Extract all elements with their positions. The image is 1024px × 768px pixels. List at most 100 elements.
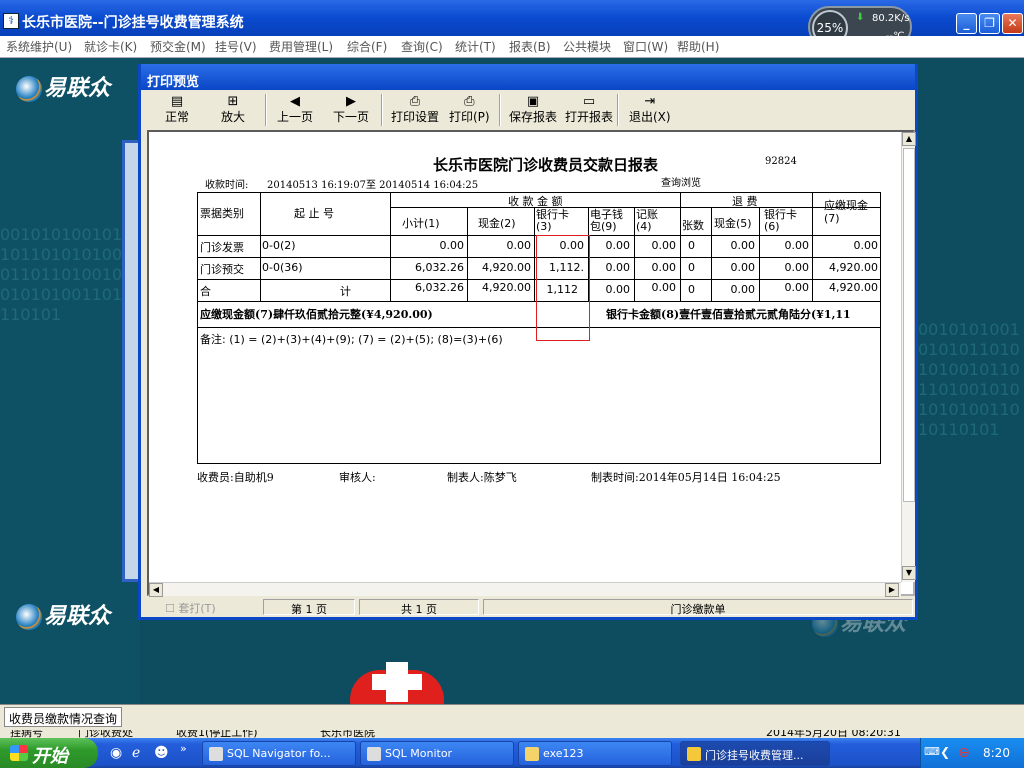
cashier: 收费员:自助机9 [197, 471, 274, 484]
overlay-print-checkbox[interactable]: ☐ 套打(T) [161, 599, 261, 615]
menu-query[interactable]: 查询(C) [401, 38, 443, 55]
query-label: 查询浏览 [661, 178, 701, 189]
menu-general[interactable]: 综合(F) [347, 38, 387, 55]
task-sql-navigator[interactable]: SQL Navigator fo... [202, 741, 356, 766]
prev-page-button[interactable]: ◀ 上一页 [277, 94, 313, 124]
time-label: 收款时间: [205, 180, 249, 191]
scroll-left-arrow-icon[interactable]: ◀ [149, 583, 163, 597]
row-invoice-type: 门诊发票 [200, 241, 244, 254]
ie-icon[interactable]: ℯ [132, 745, 140, 761]
tray-expand-icon[interactable]: ❮ [940, 745, 950, 759]
close-button[interactable]: ✕ [1002, 13, 1023, 34]
preview-area[interactable]: 长乐市医院门诊收费员交款日报表 92824 收款时间: 20140513 16:… [147, 130, 916, 597]
logo-icon [16, 604, 42, 630]
menu-stats[interactable]: 统计(T) [455, 38, 496, 55]
menu-deposit[interactable]: 预交金(M) [150, 38, 206, 55]
exit-door-icon: ⇥ [644, 94, 656, 109]
menu-help[interactable]: 帮助(H) [677, 38, 719, 55]
row-invoice-range: 0-0(2) [262, 239, 296, 252]
security-alert-icon[interactable]: ⊖ [958, 745, 970, 761]
header-subtotal: 小计(1) [402, 217, 440, 230]
exit-button[interactable]: ⇥ 退出(X) [629, 94, 671, 124]
folder-open-icon: ▭ [582, 94, 596, 109]
horizontal-scrollbar[interactable]: ◀ ▶ [149, 582, 901, 597]
time-range: 20140513 16:19:07至 20140514 16:04:25 [267, 180, 479, 191]
scroll-right-arrow-icon[interactable]: ▶ [885, 583, 899, 597]
background-pattern-right: 0010101001010101101010100101101101001010… [918, 320, 1020, 439]
menu-card[interactable]: 就诊卡(K) [84, 38, 137, 55]
menu-register[interactable]: 挂号(V) [215, 38, 257, 55]
toolbar-separator [499, 94, 501, 126]
red-cross-icon [350, 650, 444, 704]
header-bankcard: 银行卡(3) [536, 208, 569, 233]
menu-system[interactable]: 系统维护(U) [6, 38, 72, 55]
scroll-up-arrow-icon[interactable]: ▲ [902, 132, 916, 146]
folder-icon [525, 747, 539, 761]
sql-navigator-icon [209, 747, 223, 761]
report-note: 备注: (1) = (2)+(3)+(4)+(9); (7) = (2)+(5)… [200, 333, 503, 346]
row-prepay-credit: 0.00 [651, 261, 677, 274]
header-range: 起 止 号 [294, 207, 334, 220]
scroll-thumb[interactable] [903, 148, 915, 502]
toolbar-separator [381, 94, 383, 126]
row-prepay-due: 4,920.00 [829, 261, 878, 274]
maker: 制表人:陈梦飞 [447, 471, 517, 484]
dialog-title: 打印预览 [141, 64, 915, 90]
task-hospital-app[interactable]: 门诊挂号收费管理... [680, 741, 830, 766]
app-status-bar: 挂病号 门诊收费处 收费1(停止工作) 长乐市医院 2014年5月20日 08:… [0, 730, 1024, 738]
print-button[interactable]: ⎙ 打印(P) [449, 94, 490, 124]
row-invoice-credit: 0.00 [651, 239, 677, 252]
printer-icon: ⎙ [464, 94, 475, 109]
company-logo-bottom: 易联众 [16, 598, 110, 630]
maximize-button[interactable]: ❐ [979, 13, 1000, 34]
row-total-credit: 0.00 [651, 281, 677, 294]
row-prepay-refund-bank: 0.00 [784, 261, 810, 274]
keyboard-icon[interactable]: ⌨ [924, 745, 940, 758]
print-preview-dialog: 打印预览 ▤ 正常 ⊞ 放大 ◀ 上一页 ▶ 下一页 ⎙ 打印设置 ⎙ 打印(P) ▣ 保存报… [138, 64, 918, 620]
header-credit: 记账(4) [636, 208, 658, 233]
row-invoice-refund-cash: 0.00 [730, 239, 756, 252]
report-code: 92824 [765, 156, 797, 167]
row-prepay-subtotal: 6,032.26 [415, 261, 464, 274]
tab-cashier-query[interactable]: 收费员缴款情况查询 [4, 707, 123, 727]
menu-window[interactable]: 窗口(W) [623, 38, 668, 55]
menu-report[interactable]: 报表(B) [509, 38, 551, 55]
form-name: 门诊缴款单 [483, 599, 913, 616]
minimize-button[interactable]: _ [956, 13, 977, 34]
next-page-button[interactable]: ▶ 下一页 [333, 94, 369, 124]
header-receipt-group: 收 款 金 额 [508, 195, 563, 208]
scroll-down-arrow-icon[interactable]: ▼ [902, 566, 916, 580]
status-user: 挂病号 [10, 730, 43, 738]
row-prepay-ewallet: 0.00 [605, 261, 631, 274]
total-pages: 共 1 页 [359, 599, 479, 616]
report-page: 长乐市医院门诊收费员交款日报表 92824 收款时间: 20140513 16:… [149, 132, 901, 582]
reviewer: 审核人: [339, 471, 376, 484]
logo-text: 易联众 [44, 76, 111, 101]
open-report-button[interactable]: ▭ 打开报表 [565, 94, 613, 124]
row-total-ewallet: 0.00 [605, 283, 631, 296]
qq-icon[interactable]: ☻ [154, 745, 169, 761]
menu-fee[interactable]: 费用管理(L) [269, 38, 333, 55]
task-exe123[interactable]: exe123 [518, 741, 672, 766]
header-refund-cash: 现金(5) [714, 217, 752, 230]
page-indicator: 第 1 页 [263, 599, 355, 616]
windows-logo-icon [10, 745, 28, 761]
vertical-scrollbar[interactable]: ▲ ▼ [901, 132, 916, 582]
toolbar-separator [265, 94, 267, 126]
quicklaunch-more-icon[interactable]: » [180, 742, 187, 755]
bankcard-highlight-box [536, 235, 590, 341]
zoom-button[interactable]: ⊞ 放大 [221, 94, 245, 124]
network-icon[interactable]: ◉ [110, 745, 122, 761]
network-speed: 80.2K/s [872, 13, 910, 24]
print-setup-button[interactable]: ⎙ 打印设置 [391, 94, 439, 124]
menu-public[interactable]: 公共模块 [563, 38, 611, 55]
mdi-tab-bar [0, 704, 1024, 730]
row-invoice-count: 0 [688, 239, 695, 252]
toolbar-separator [617, 94, 619, 126]
save-report-button[interactable]: ▣ 保存报表 [509, 94, 557, 124]
task-sql-monitor[interactable]: SQL Monitor [360, 741, 514, 766]
header-ewallet: 电子钱包(9) [590, 208, 623, 233]
logo-icon [16, 76, 42, 102]
status-hospital: 长乐市医院 [320, 730, 375, 738]
normal-view-button[interactable]: ▤ 正常 [165, 94, 189, 124]
